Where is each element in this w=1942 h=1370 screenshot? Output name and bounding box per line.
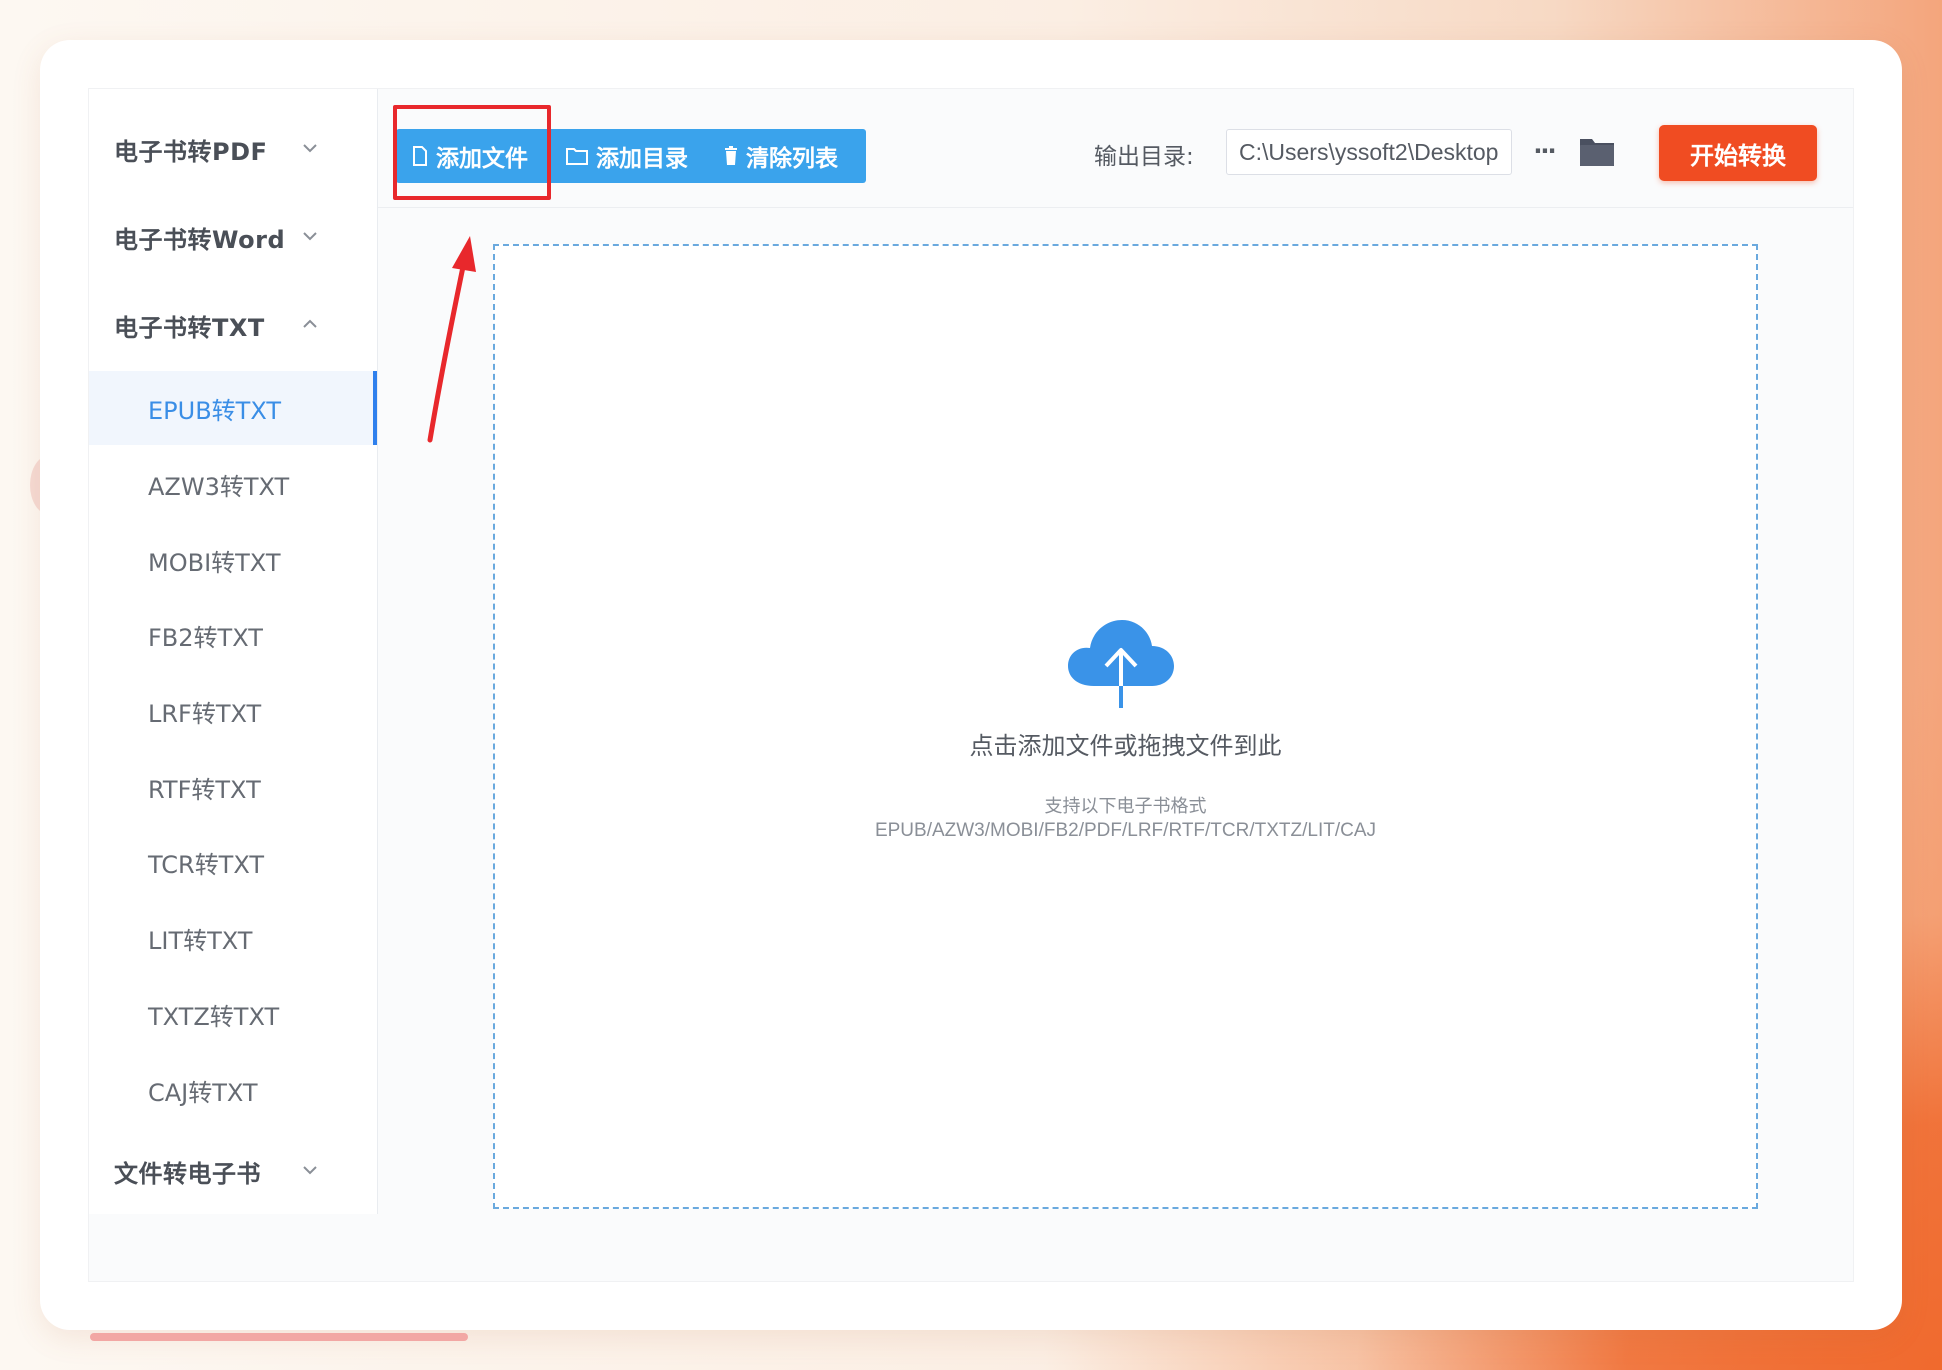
more-button[interactable]: ··· (1526, 133, 1562, 169)
output-directory-label: 输出目录: (1094, 144, 1194, 170)
sidebar-item-azw3-to-txt[interactable]: AZW3转TXT (89, 447, 377, 521)
sidebar-item-label: AZW3转TXT (148, 472, 290, 501)
sidebar-group-ebook-to-pdf[interactable]: 电子书转PDF (89, 119, 377, 179)
chevron-up-icon (303, 319, 317, 328)
add-directory-label: 添加目录 (596, 146, 688, 172)
folder-icon[interactable] (1577, 133, 1617, 169)
sidebar-item-lrf-to-txt[interactable]: LRF转TXT (89, 674, 377, 748)
sidebar-item-label: RTF转TXT (148, 775, 261, 804)
trash-icon (725, 146, 737, 165)
sidebar-group-file-to-ebook[interactable]: 文件转电子书 (89, 1141, 377, 1201)
sidebar-item-mobi-to-txt[interactable]: MOBI转TXT (89, 523, 377, 597)
sidebar-item-lit-to-txt[interactable]: LIT转TXT (89, 901, 377, 975)
sidebar-item-label: CAJ转TXT (148, 1078, 258, 1107)
sidebar-item-label: LIT转TXT (148, 926, 253, 955)
sidebar-item-label: TCR转TXT (148, 850, 265, 879)
scroll-indicator (90, 1333, 468, 1341)
sidebar-item-epub-to-txt[interactable]: EPUB转TXT (89, 371, 377, 445)
drop-zone-title: 点击添加文件或拖拽文件到此 (969, 732, 1282, 760)
annotation-highlight-box (393, 105, 551, 200)
more-icon: ··· (1533, 137, 1556, 165)
file-drop-zone[interactable]: 点击添加文件或拖拽文件到此 支持以下电子书格式 EPUB/AZW3/MOBI/F… (493, 244, 1758, 1209)
drop-zone-subtitle: 支持以下电子书格式 (1044, 796, 1207, 817)
sidebar-group-label: 文件转电子书 (114, 1159, 261, 1188)
output-directory-input[interactable]: C:\Users\yssoft2\Desktop (1226, 129, 1512, 175)
clear-list-button[interactable]: 清除列表 (724, 129, 838, 183)
sidebar-item-fb2-to-txt[interactable]: FB2转TXT (89, 598, 377, 672)
sidebar-item-txtz-to-txt[interactable]: TXTZ转TXT (89, 977, 377, 1051)
cloud-upload-icon (1068, 620, 1174, 708)
sidebar-item-label: EPUB转TXT (148, 396, 282, 425)
sidebar-group-label: 电子书转TXT (114, 313, 265, 342)
sidebar-group-label: 电子书转Word (114, 225, 286, 254)
add-directory-button[interactable]: 添加目录 (566, 129, 688, 183)
sidebar-item-label: TXTZ转TXT (148, 1002, 280, 1031)
clear-list-label: 清除列表 (746, 146, 838, 172)
start-convert-button[interactable]: 开始转换 (1659, 125, 1817, 181)
sidebar: 电子书转PDF 电子书转Word 电子书转TXT EPUB转TXT AZW3转T… (89, 89, 378, 1214)
supported-formats: EPUB/AZW3/MOBI/FB2/PDF/LRF/RTF/TCR/TXTZ/… (874, 820, 1377, 841)
chevron-down-icon (303, 1166, 317, 1175)
app-window: 电子书转PDF 电子书转Word 电子书转TXT EPUB转TXT AZW3转T… (88, 88, 1854, 1282)
sidebar-item-label: LRF转TXT (148, 699, 262, 728)
chevron-down-icon (303, 144, 317, 153)
sidebar-item-caj-to-txt[interactable]: CAJ转TXT (89, 1053, 377, 1127)
folder-outline-icon (566, 148, 588, 165)
sidebar-item-tcr-to-txt[interactable]: TCR转TXT (89, 825, 377, 899)
sidebar-item-label: MOBI转TXT (148, 548, 281, 577)
sidebar-group-ebook-to-word[interactable]: 电子书转Word (89, 207, 377, 267)
chevron-down-icon (303, 232, 317, 241)
sidebar-item-label: FB2转TXT (148, 623, 263, 652)
sidebar-group-ebook-to-txt[interactable]: 电子书转TXT (89, 295, 377, 355)
sidebar-item-rtf-to-txt[interactable]: RTF转TXT (89, 750, 377, 824)
sidebar-group-label: 电子书转PDF (114, 137, 268, 166)
